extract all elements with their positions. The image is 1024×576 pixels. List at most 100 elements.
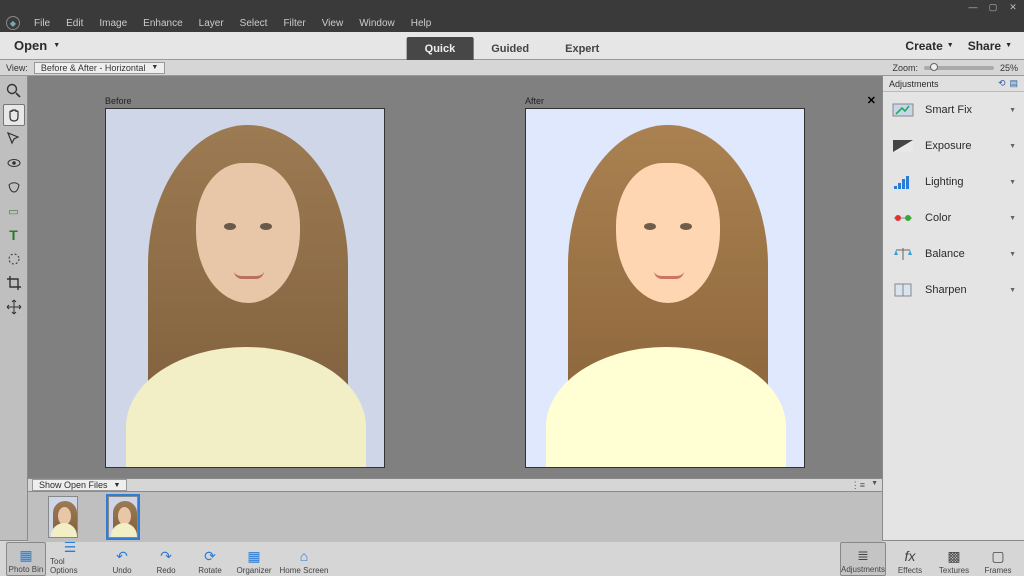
menu-enhance[interactable]: Enhance xyxy=(135,16,190,31)
spot-heal-tool[interactable] xyxy=(3,248,25,270)
menu-filter[interactable]: Filter xyxy=(275,16,313,31)
photo-bin-selector-label: Show Open Files xyxy=(39,480,108,490)
panel-menu-icon[interactable]: ▤ xyxy=(1009,78,1018,89)
adjustments-button[interactable]: ≣Adjustments xyxy=(840,542,886,576)
menu-select[interactable]: Select xyxy=(232,16,276,31)
whiten-teeth-tool[interactable] xyxy=(3,176,25,198)
menu-layer[interactable]: Layer xyxy=(191,16,232,31)
tab-quick[interactable]: Quick xyxy=(407,37,474,60)
open-label: Open xyxy=(14,38,47,53)
adjustments-icon: ≣ xyxy=(857,546,869,564)
photo-bin-button[interactable]: ▦Photo Bin xyxy=(6,542,46,576)
zoom-slider-knob[interactable] xyxy=(930,63,938,71)
create-menu[interactable]: Create ▼ xyxy=(905,39,953,53)
exposure-icon xyxy=(891,136,915,156)
caret-down-icon: ▼ xyxy=(1009,251,1016,258)
adjustment-sharpen[interactable]: Sharpen ▼ xyxy=(883,272,1024,308)
menubar: ◆ File Edit Image Enhance Layer Select F… xyxy=(0,14,1024,32)
adjustment-label: Lighting xyxy=(925,176,999,188)
window-titlebar: — ▢ ✕ xyxy=(0,0,1024,14)
create-label: Create xyxy=(905,39,942,53)
redo-button[interactable]: ↷Redo xyxy=(146,542,186,576)
tab-guided[interactable]: Guided xyxy=(473,37,547,60)
mode-bar: Open ▼ Quick Guided Expert Create ▼ Shar… xyxy=(0,32,1024,60)
menu-view[interactable]: View xyxy=(314,16,352,31)
photo-bin-bar: Show Open Files ▼ ⋮≡ ▼ xyxy=(28,478,882,492)
options-bar: View: Before & After - Horizontal ▼ Zoom… xyxy=(0,60,1024,76)
adjustment-lighting[interactable]: Lighting ▼ xyxy=(883,164,1024,200)
adjustment-label: Exposure xyxy=(925,140,999,152)
after-image[interactable] xyxy=(525,108,805,468)
organizer-button[interactable]: ▦Organizer xyxy=(234,542,274,576)
adjustment-label: Color xyxy=(925,212,999,224)
adjustment-color[interactable]: Color ▼ xyxy=(883,200,1024,236)
open-menu[interactable]: Open ▼ xyxy=(0,32,74,59)
photo-bin-selector[interactable]: Show Open Files ▼ xyxy=(32,479,127,491)
close-document-button[interactable]: ✕ xyxy=(867,94,876,107)
view-value: Before & After - Horizontal xyxy=(41,63,146,73)
bin-thumbnail[interactable] xyxy=(108,496,138,538)
menu-file[interactable]: File xyxy=(26,16,58,31)
frames-icon: ▢ xyxy=(991,547,1004,565)
rotate-button[interactable]: ⟳Rotate xyxy=(190,542,230,576)
textures-button[interactable]: ▩Textures xyxy=(934,542,974,576)
zoom-label: Zoom: xyxy=(892,63,918,73)
move-tool[interactable] xyxy=(3,296,25,318)
after-caption: After xyxy=(525,96,805,106)
zoom-tool[interactable] xyxy=(3,80,25,102)
before-image[interactable] xyxy=(105,108,385,468)
bottom-label: Effects xyxy=(898,566,922,575)
share-menu[interactable]: Share ▼ xyxy=(968,39,1012,53)
eye-tool[interactable] xyxy=(3,152,25,174)
bottom-label: Adjustments xyxy=(841,565,885,574)
bin-thumbnail[interactable] xyxy=(48,496,78,538)
menu-window[interactable]: Window xyxy=(351,16,403,31)
undo-icon: ↶ xyxy=(116,547,128,565)
workspace: ▭ T ✕ Before After Show Open Files xyxy=(0,76,1024,540)
caret-down-icon: ▼ xyxy=(1009,107,1016,114)
quick-select-tool[interactable] xyxy=(3,128,25,150)
close-window-button[interactable]: ✕ xyxy=(1006,2,1020,12)
adjustment-label: Sharpen xyxy=(925,284,999,296)
maximize-button[interactable]: ▢ xyxy=(986,2,1000,12)
effects-button[interactable]: fxEffects xyxy=(890,542,930,576)
menu-help[interactable]: Help xyxy=(403,16,440,31)
photo-bin-icon: ▦ xyxy=(19,546,32,564)
wand-icon xyxy=(891,100,915,120)
rotate-icon: ⟳ xyxy=(204,547,216,565)
caret-down-icon: ▼ xyxy=(1009,215,1016,222)
crop-tool[interactable] xyxy=(3,272,25,294)
bottom-label: Frames xyxy=(984,566,1011,575)
caret-down-icon: ▼ xyxy=(1009,179,1016,186)
caret-down-icon: ▼ xyxy=(151,64,158,71)
view-label: View: xyxy=(0,63,34,73)
type-tool[interactable]: T xyxy=(3,224,25,246)
menu-edit[interactable]: Edit xyxy=(58,16,91,31)
app-logo-icon: ◆ xyxy=(6,16,20,30)
reset-icon[interactable]: ⟲ xyxy=(998,78,1006,89)
view-selector[interactable]: Before & After - Horizontal ▼ xyxy=(34,62,165,74)
redo-icon: ↷ xyxy=(160,547,172,565)
color-icon xyxy=(891,208,915,228)
menu-image[interactable]: Image xyxy=(91,16,135,31)
undo-button[interactable]: ↶Undo xyxy=(102,542,142,576)
adjustments-panel: Adjustments ⟲▤ Smart Fix ▼ Exposure ▼ Li… xyxy=(882,76,1024,540)
hand-tool[interactable] xyxy=(3,104,25,126)
lighting-icon xyxy=(891,172,915,192)
zoom-slider[interactable] xyxy=(924,66,994,70)
before-slot: Before xyxy=(105,96,385,468)
caret-down-icon: ▼ xyxy=(1009,143,1016,150)
adjustment-exposure[interactable]: Exposure ▼ xyxy=(883,128,1024,164)
adjustment-balance[interactable]: Balance ▼ xyxy=(883,236,1024,272)
tool-options-button[interactable]: ☰Tool Options xyxy=(50,542,90,576)
bin-options-icon[interactable]: ⋮≡ xyxy=(851,480,865,491)
tab-expert[interactable]: Expert xyxy=(547,37,617,60)
home-screen-button[interactable]: ⌂Home Screen xyxy=(278,542,330,576)
frames-button[interactable]: ▢Frames xyxy=(978,542,1018,576)
caret-down-icon: ▼ xyxy=(871,480,878,491)
minimize-button[interactable]: — xyxy=(966,2,980,12)
adjustment-smart-fix[interactable]: Smart Fix ▼ xyxy=(883,92,1024,128)
caret-down-icon: ▼ xyxy=(1005,42,1012,49)
caret-down-icon: ▼ xyxy=(114,482,121,489)
straighten-tool[interactable]: ▭ xyxy=(3,200,25,222)
